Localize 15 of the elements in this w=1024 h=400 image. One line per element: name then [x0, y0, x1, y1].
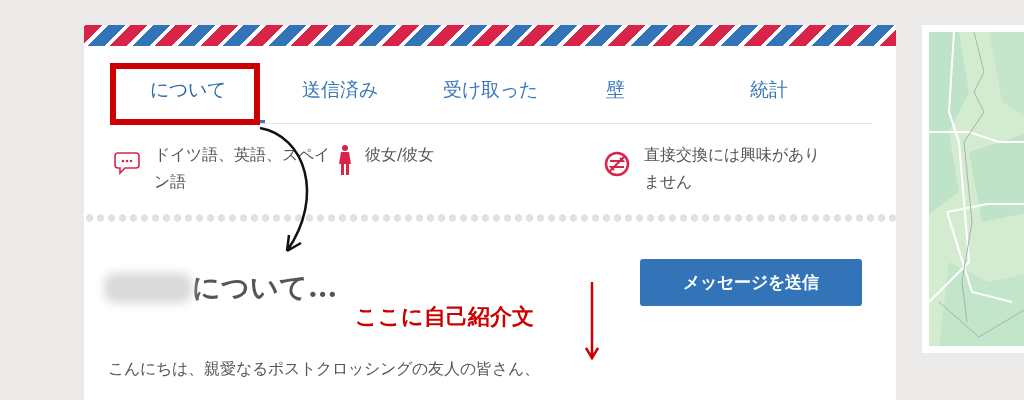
tab[interactable]: について [110, 46, 265, 123]
profile-info-text: 直接交換には興味がありません [644, 144, 821, 193]
annotation-text: ここに自己紹介文 [355, 303, 534, 331]
no-exchange-icon [604, 151, 630, 177]
tab[interactable]: 送信済み [265, 46, 415, 123]
tab[interactable]: 壁 [565, 46, 665, 123]
tab[interactable]: 受け取った [415, 46, 565, 123]
person-icon [339, 145, 351, 175]
tab[interactable]: 統計 [665, 46, 872, 123]
intro-text: こんにちは、親愛なるポストクロッシングの友人の皆さん、 [108, 359, 540, 380]
profile-info-text: ドイツ語、英語、スペイン語 [154, 144, 331, 193]
speech-bubble-icon [114, 151, 140, 175]
about-heading: について... [192, 270, 338, 306]
send-message-button[interactable]: メッセージを送信 [640, 259, 862, 306]
profile-info-text: 彼女/彼女 [365, 144, 435, 166]
